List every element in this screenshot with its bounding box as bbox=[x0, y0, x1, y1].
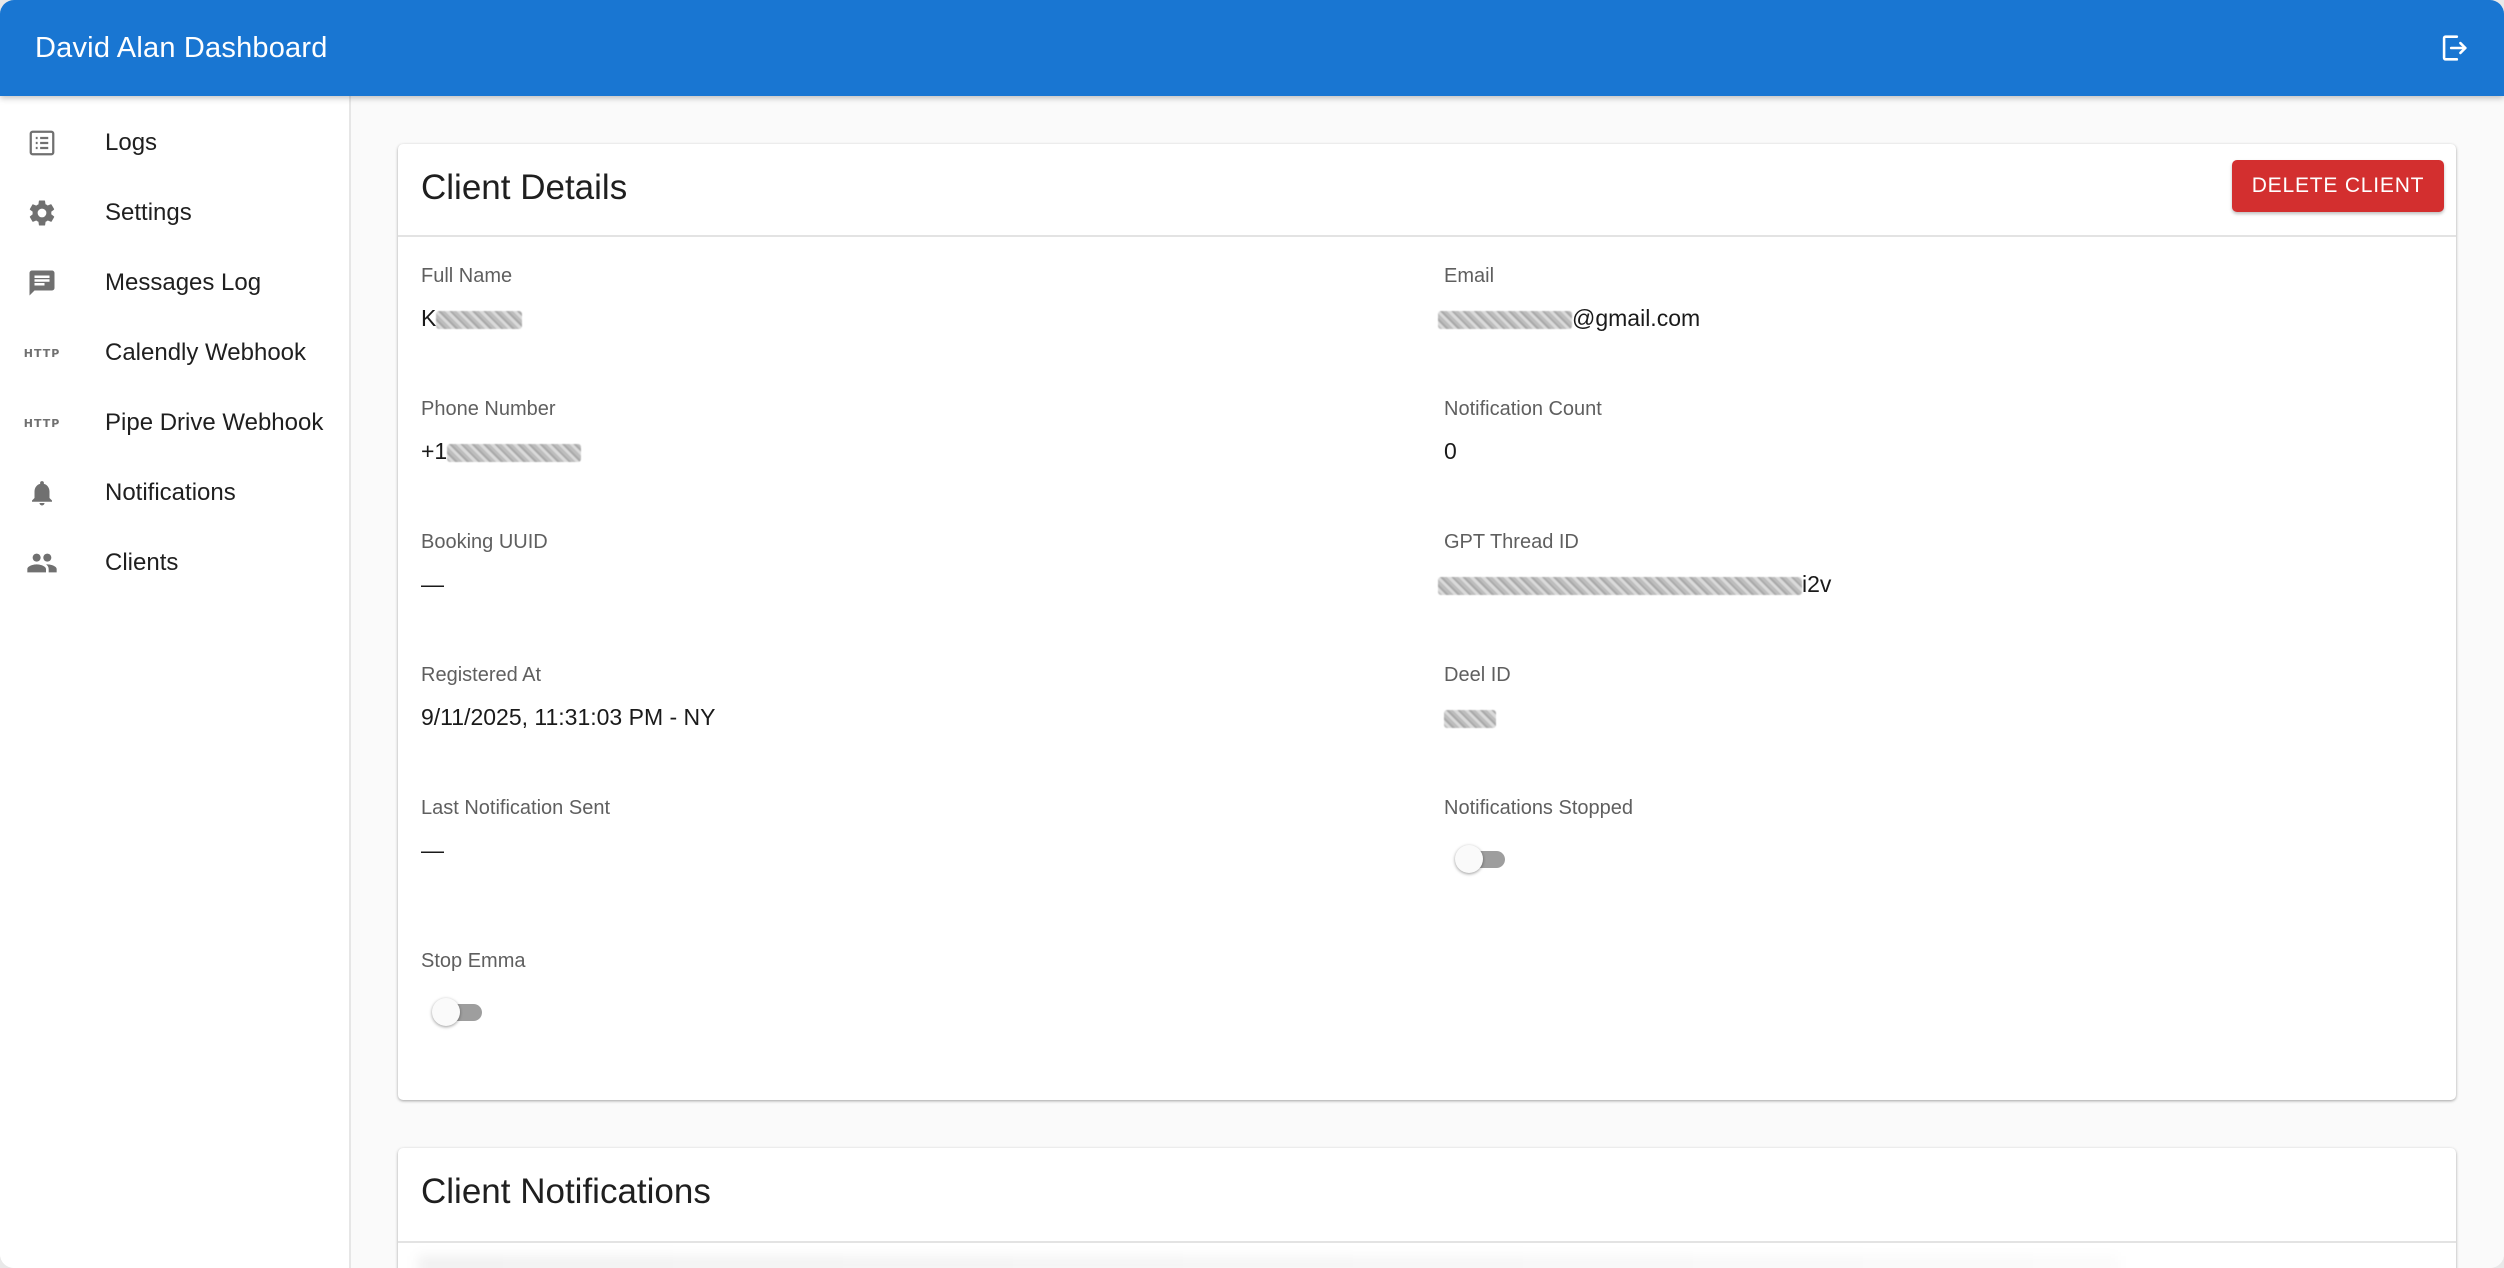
sidebar-item-calendly-webhook[interactable]: HTTP Calendly Webhook bbox=[0, 318, 349, 388]
toggle-thumb bbox=[432, 998, 460, 1026]
redacted-text bbox=[436, 310, 523, 329]
notification-count-value: 0 bbox=[1444, 438, 1457, 464]
field-label: Full Name bbox=[421, 265, 513, 287]
phone-number-value: +1 bbox=[421, 437, 582, 465]
divider bbox=[398, 1241, 2456, 1243]
card-header: Client Details DELETE CLIENT bbox=[398, 144, 2456, 237]
logout-icon bbox=[2442, 35, 2467, 61]
full-name-value: K bbox=[421, 304, 523, 332]
notifications-stopped-field: Notifications Stopped bbox=[1444, 796, 1633, 820]
app-bar: David Alan Dashboard bbox=[0, 0, 2504, 96]
field-label: Stop Emma bbox=[421, 950, 526, 972]
redacted-text bbox=[1438, 576, 1802, 595]
card-title: Client Details bbox=[421, 168, 628, 207]
client-notifications-card: Client Notifications bbox=[398, 1148, 2456, 1268]
booking-uuid-value: — bbox=[421, 571, 444, 597]
gpt-thread-id-field: GPT Thread ID i2v bbox=[1438, 530, 1831, 597]
app-window: David Alan Dashboard Logs Settings Messa… bbox=[0, 0, 2504, 1268]
app-title: David Alan Dashboard bbox=[35, 32, 328, 64]
sidebar-item-label: Clients bbox=[105, 549, 179, 576]
sidebar-item-settings[interactable]: Settings bbox=[0, 178, 349, 248]
field-label: GPT Thread ID bbox=[1444, 531, 1579, 553]
redacted-text bbox=[1438, 310, 1572, 329]
content-shadow bbox=[418, 1256, 2118, 1268]
field-label: Notification Count bbox=[1444, 398, 1602, 420]
http-icon: HTTP bbox=[23, 416, 61, 430]
client-details-card: Client Details DELETE CLIENT Full Name K… bbox=[398, 144, 2456, 1100]
notification-count-field: Notification Count 0 bbox=[1444, 397, 1602, 464]
field-label: Last Notification Sent bbox=[421, 797, 610, 819]
field-label: Phone Number bbox=[421, 398, 556, 420]
stop-emma-field: Stop Emma bbox=[421, 949, 525, 973]
booking-uuid-field: Booking UUID — bbox=[421, 530, 548, 597]
last-notification-field: Last Notification Sent — bbox=[421, 796, 610, 863]
http-icon: HTTP bbox=[23, 346, 61, 360]
sidebar-item-clients[interactable]: Clients bbox=[0, 528, 349, 598]
gpt-thread-id-value: i2v bbox=[1438, 570, 1831, 598]
sidebar: Logs Settings Messages Log HTTP Calendly… bbox=[0, 96, 351, 1268]
last-notification-value: — bbox=[421, 837, 444, 863]
email-value: @gmail.com bbox=[1438, 304, 1700, 332]
field-label: Deel ID bbox=[1444, 664, 1511, 686]
sidebar-item-label: Messages Log bbox=[105, 269, 262, 296]
delete-client-button[interactable]: DELETE CLIENT bbox=[2232, 160, 2444, 212]
phone-number-field: Phone Number +1 bbox=[421, 397, 582, 464]
full-name-field: Full Name K bbox=[421, 264, 523, 331]
gear-icon bbox=[22, 193, 62, 233]
people-icon bbox=[22, 543, 62, 583]
sidebar-item-label: Pipe Drive Webhook bbox=[105, 409, 324, 436]
sidebar-item-label: Calendly Webhook bbox=[105, 339, 307, 366]
field-label: Registered At bbox=[421, 664, 542, 686]
list-icon bbox=[22, 123, 62, 163]
field-label: Notifications Stopped bbox=[1444, 797, 1634, 819]
sidebar-item-messages-log[interactable]: Messages Log bbox=[0, 248, 349, 318]
registered-at-value: 9/11/2025, 11:31:03 PM - NY bbox=[421, 704, 716, 730]
sidebar-item-label: Logs bbox=[105, 129, 158, 156]
field-label: Email bbox=[1444, 265, 1495, 287]
stop-emma-toggle[interactable] bbox=[432, 996, 488, 1026]
deel-id-field: Deel ID bbox=[1444, 663, 1511, 728]
deel-id-value bbox=[1444, 703, 1496, 731]
redacted-text bbox=[447, 443, 582, 462]
message-icon bbox=[22, 263, 62, 303]
sidebar-item-notifications[interactable]: Notifications bbox=[0, 458, 349, 528]
toggle-thumb bbox=[1455, 845, 1483, 873]
notifications-stopped-toggle[interactable] bbox=[1455, 843, 1511, 873]
sidebar-item-logs[interactable]: Logs bbox=[0, 108, 349, 178]
redacted-text bbox=[1444, 709, 1496, 728]
field-label: Booking UUID bbox=[421, 531, 548, 553]
sidebar-item-label: Settings bbox=[105, 199, 192, 226]
logout-button[interactable] bbox=[2434, 28, 2474, 68]
sidebar-item-label: Notifications bbox=[105, 479, 236, 506]
sidebar-item-pipe-drive-webhook[interactable]: HTTP Pipe Drive Webhook bbox=[0, 388, 349, 458]
bell-icon bbox=[22, 473, 62, 513]
card-title: Client Notifications bbox=[421, 1172, 711, 1211]
registered-at-field: Registered At 9/11/2025, 11:31:03 PM - N… bbox=[421, 663, 716, 730]
email-field: Email @gmail.com bbox=[1438, 264, 1700, 331]
main-content: Client Details DELETE CLIENT Full Name K… bbox=[351, 96, 2504, 1268]
